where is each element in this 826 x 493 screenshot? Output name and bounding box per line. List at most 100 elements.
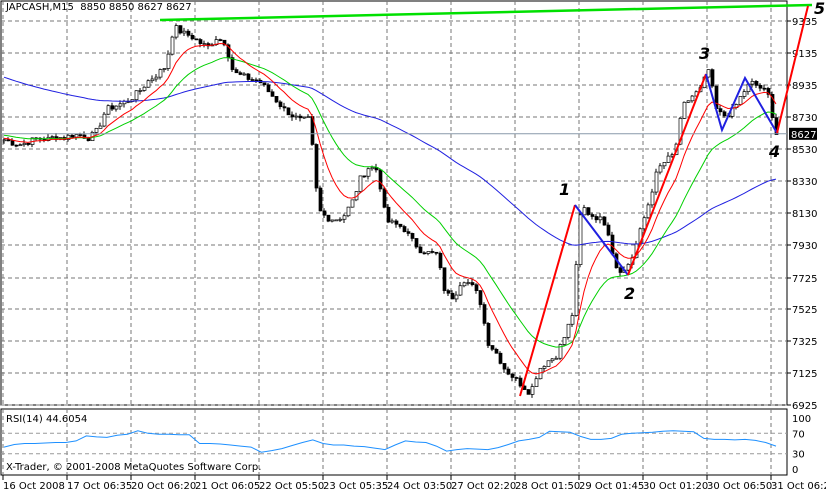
candle-body <box>434 251 439 254</box>
rsi-level-label: 0 <box>792 465 798 476</box>
candle-body <box>430 251 435 253</box>
candle-body <box>682 101 687 119</box>
candle-body <box>78 134 83 136</box>
candle-body <box>586 207 591 215</box>
candle-body <box>298 115 303 119</box>
candle-body <box>742 91 747 97</box>
candle-body <box>302 116 307 119</box>
price-label: 8730 <box>792 113 817 124</box>
candle-body <box>650 191 655 206</box>
candle-body <box>654 171 659 193</box>
candle-body <box>194 38 199 41</box>
candle-body <box>98 125 103 129</box>
candle-body <box>478 290 483 305</box>
candle-body <box>594 216 599 221</box>
candle-body <box>134 90 139 101</box>
candle-body <box>162 68 167 70</box>
candle-body <box>178 25 183 34</box>
wave-label-2: 2 <box>624 284 636 303</box>
candle-body <box>314 144 319 189</box>
candle-body <box>182 30 187 34</box>
candle-body <box>394 220 399 225</box>
candle-body <box>578 214 583 265</box>
price-label: 8530 <box>792 145 817 156</box>
trend-line <box>159 3 813 22</box>
candle-body <box>358 175 363 192</box>
candle-body <box>402 226 407 232</box>
candle-body <box>418 246 423 254</box>
candle-body <box>106 105 111 115</box>
time-label: 17 Oct 06:35 <box>67 481 132 492</box>
time-label: 20 Oct 06:20 <box>131 481 196 492</box>
candle-body <box>234 69 239 74</box>
chart-canvas[interactable]: 9335913589358730853083308130793077257525… <box>0 0 826 493</box>
candle-body <box>690 95 695 102</box>
candle-body <box>466 282 471 284</box>
candle-body <box>458 285 463 296</box>
candle-body <box>266 84 271 93</box>
candle-body <box>26 142 31 145</box>
candle-body <box>218 39 223 41</box>
candle-body <box>242 73 247 76</box>
candle-body <box>370 167 375 170</box>
candle-body <box>518 377 523 387</box>
candle-body <box>110 105 115 110</box>
wave-label-1: 1 <box>559 180 571 199</box>
candle-body <box>290 114 295 118</box>
candle-body <box>198 39 203 44</box>
candle-body <box>282 106 287 109</box>
candle-body <box>398 223 403 227</box>
wave-1-line <box>519 204 576 397</box>
price-label: 7930 <box>792 241 817 252</box>
candle-body <box>754 81 759 86</box>
candle-body <box>718 108 723 113</box>
candle-body <box>658 165 663 173</box>
candle-body <box>382 188 387 208</box>
price-label: 8330 <box>792 177 817 188</box>
candle-body <box>330 219 335 222</box>
price-label: 7325 <box>792 337 817 348</box>
time-label: 29 Oct 01:45 <box>579 481 644 492</box>
candle-body <box>238 72 243 75</box>
candle-body <box>150 78 155 82</box>
candle-body <box>50 136 55 138</box>
copyright-text: X-Trader, © 2001-2008 MetaQuotes Softwar… <box>6 462 262 473</box>
candle-body <box>422 252 427 255</box>
candle-body <box>334 219 339 222</box>
candle-body <box>154 76 159 80</box>
candle-body <box>510 373 515 378</box>
candle-body <box>158 69 163 78</box>
symbol-label: JAPCASH,M15 <box>6 2 74 13</box>
candle-body <box>174 25 179 38</box>
candle-body <box>542 366 547 369</box>
price-label: 6925 <box>792 401 817 412</box>
candle-body <box>10 140 15 146</box>
candle-body <box>426 251 431 254</box>
candle-body <box>146 80 151 88</box>
current-price-label: 8627 <box>791 130 816 141</box>
time-label: 21 Oct 06:05 <box>195 481 260 492</box>
candle-body <box>346 206 351 217</box>
candle-body <box>342 215 347 220</box>
time-label: 30 Oct 06:50 <box>707 481 772 492</box>
rsi-level-label: 70 <box>792 429 805 440</box>
candle-body <box>166 53 171 69</box>
candle-body <box>118 103 123 107</box>
wave-label-4: 4 <box>769 142 781 161</box>
candle-body <box>506 368 511 375</box>
candle-body <box>762 87 767 90</box>
price-label: 7125 <box>792 369 817 380</box>
candle-body <box>602 216 607 226</box>
price-label: 7725 <box>792 274 817 285</box>
candle-body <box>18 144 23 147</box>
candle-body <box>186 30 191 36</box>
candle-body <box>350 199 355 208</box>
candle-body <box>462 282 467 287</box>
candle-body <box>454 294 459 300</box>
candle-body <box>666 155 671 163</box>
candle-body <box>362 175 367 178</box>
time-label: 27 Oct 02:20 <box>451 481 516 492</box>
time-label: 22 Oct 05:50 <box>259 481 324 492</box>
candle-body <box>322 210 327 216</box>
candle-body <box>14 144 19 147</box>
